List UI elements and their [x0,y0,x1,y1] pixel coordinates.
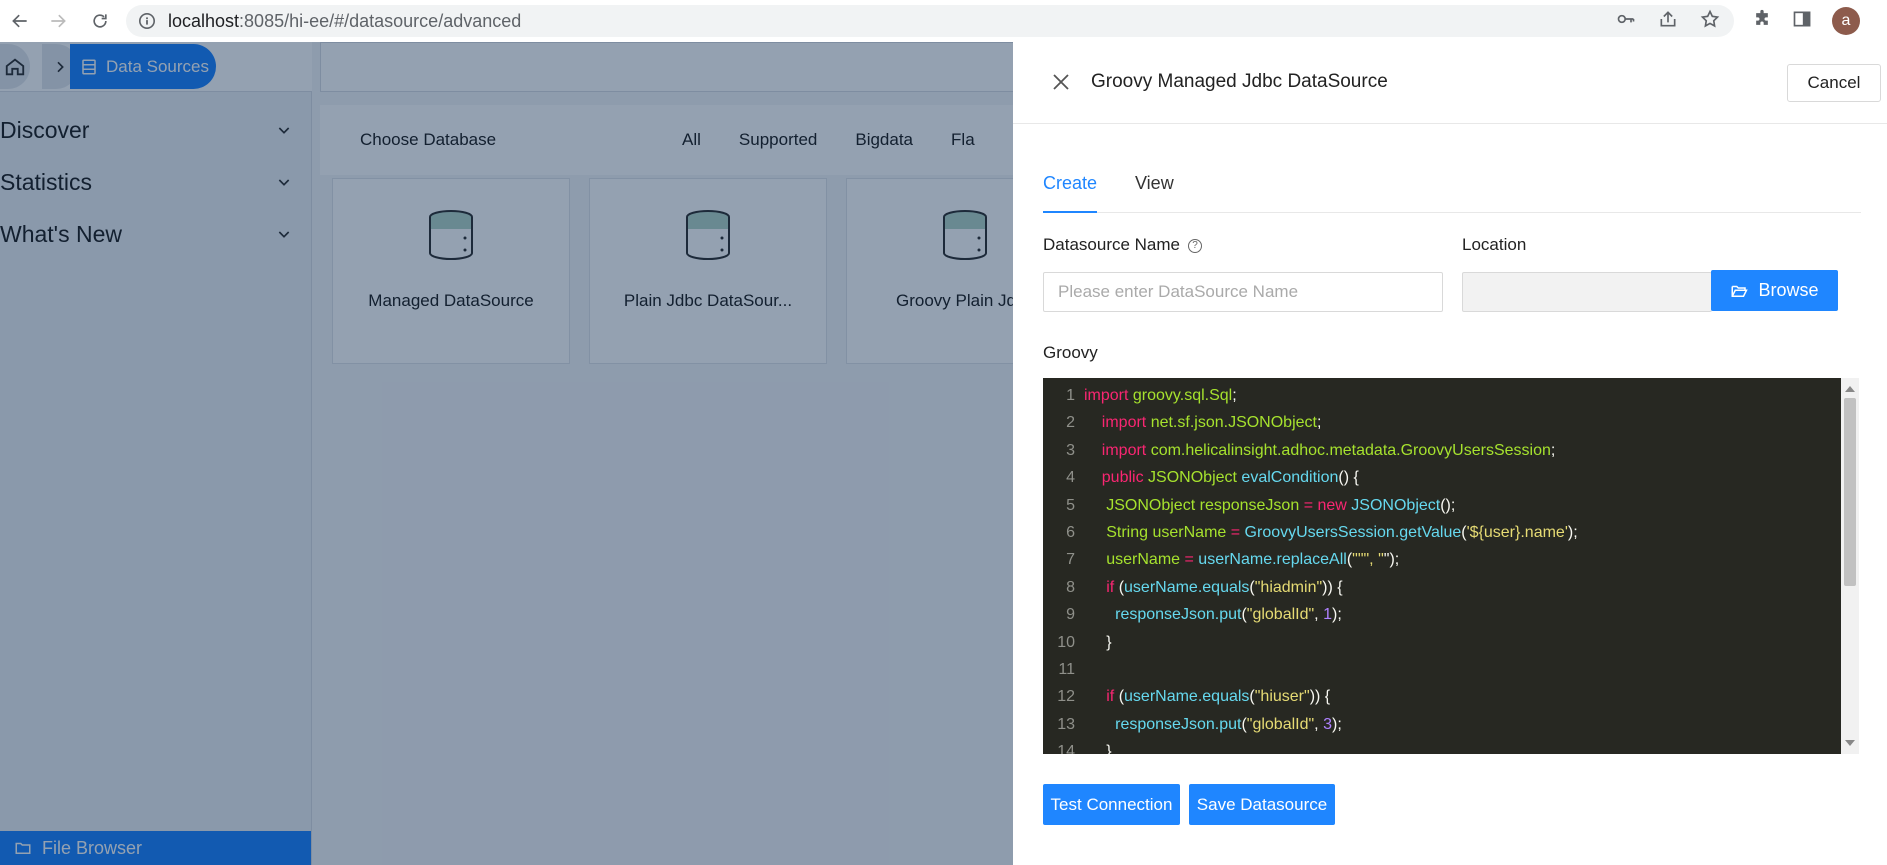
code-line: 1 import groovy.sql.Sql; [1043,382,1841,409]
code-line: 4 public JSONObject evalCondition() { [1043,464,1841,491]
forward-icon[interactable] [44,7,72,35]
code-text: import groovy.sql.Sql; [1084,387,1237,404]
address-bar[interactable]: localhost:8085/hi-ee/#/datasource/advanc… [126,5,1734,37]
code-text: responseJson.put("globalId", 1); [1115,606,1342,624]
code-text: if (userName.equals("hiuser")) { [1106,688,1331,706]
line-number: 1 [1066,387,1075,404]
site-info-icon[interactable] [138,12,156,30]
line-number: 3 [1066,441,1075,459]
code-line: 2 import net.sf.json.JSONObject; [1043,409,1841,436]
save-datasource-button[interactable]: Save Datasource [1189,784,1335,825]
code-line: 11 [1043,656,1841,683]
tab-create[interactable]: Create [1043,173,1098,213]
line-number: 13 [1057,715,1075,733]
drawer-tabs: Create View [1043,165,1861,213]
datasource-name-label-text: Datasource Name [1043,235,1181,254]
code-text: JSONObject responseJson = new JSONObject… [1106,496,1456,514]
code-line: 14 } [1043,738,1841,754]
key-icon[interactable] [1616,9,1636,34]
url-text: localhost:8085/hi-ee/#/datasource/advanc… [168,11,521,32]
location-field[interactable] [1462,272,1712,312]
line-number: 14 [1057,743,1075,754]
url-path: :8085/hi-ee/#/datasource/advanced [239,10,522,31]
line-number: 5 [1066,496,1075,514]
line-number: 7 [1066,551,1075,569]
line-number: 4 [1066,469,1075,487]
code-line: 9 responseJson.put("globalId", 1); [1043,601,1841,628]
code-line: 10 } [1043,629,1841,656]
scroll-up-icon[interactable] [1845,386,1855,392]
code-text: public JSONObject evalCondition() { [1101,469,1359,487]
line-number: 6 [1066,523,1075,541]
line-number: 10 [1057,633,1075,651]
line-number: 12 [1057,688,1075,706]
url-host: localhost [168,10,240,31]
code-line: 5 JSONObject responseJson = new JSONObje… [1043,492,1841,519]
bookmark-star-icon[interactable] [1700,9,1720,34]
code-line: 12 if (userName.equals("hiuser")) { [1043,683,1841,710]
code-text: responseJson.put("globalId", 3); [1115,715,1342,733]
scroll-down-icon[interactable] [1845,740,1855,746]
browse-label: Browse [1758,280,1819,300]
folder-open-icon [1731,285,1749,297]
profile-avatar[interactable]: a [1832,7,1860,35]
share-icon[interactable] [1658,9,1678,34]
reload-icon[interactable] [86,7,114,35]
code-text: String userName = GroovyUsersSession.get… [1106,523,1578,541]
drawer-header: Groovy Managed Jdbc DataSource Cancel [1013,42,1887,124]
code-line: 3 import com.helicalinsight.adhoc.metada… [1043,437,1841,464]
modal-overlay[interactable] [0,42,1013,865]
datasource-drawer: Groovy Managed Jdbc DataSource Cancel Cr… [1013,42,1887,865]
code-line: 13 responseJson.put("globalId", 3); [1043,711,1841,738]
line-number: 9 [1066,606,1075,624]
side-panel-icon[interactable] [1792,9,1812,34]
browser-toolbar: localhost:8085/hi-ee/#/datasource/advanc… [0,0,1887,42]
line-number: 8 [1066,578,1075,596]
location-label: Location [1462,235,1527,254]
browser-menu-icon[interactable] [1880,9,1887,34]
groovy-label: Groovy [1043,343,1098,362]
back-icon[interactable] [6,7,34,35]
code-line: 8 if (userName.equals("hiadmin")) { [1043,574,1841,601]
cancel-button[interactable]: Cancel [1787,64,1881,102]
browse-button[interactable]: Browse [1711,270,1838,311]
code-text: import net.sf.json.JSONObject; [1101,414,1322,432]
code-text: } [1106,633,1112,651]
code-text: } [1106,743,1112,754]
code-text: userName = userName.replaceAll(""", ""); [1106,551,1400,569]
test-connection-button[interactable]: Test Connection [1043,784,1180,825]
code-text: import com.helicalinsight.adhoc.metadata… [1101,441,1556,459]
code-text: if (userName.equals("hiadmin")) { [1106,578,1343,596]
tab-view[interactable]: View [1135,173,1174,213]
code-line: 7 userName = userName.replaceAll(""", ""… [1043,546,1841,573]
code-line: 6 String userName = GroovyUsersSession.g… [1043,519,1841,546]
line-number: 11 [1058,660,1075,678]
editor-scrollbar[interactable] [1841,378,1859,754]
help-icon[interactable]: ? [1188,238,1203,253]
scroll-thumb[interactable] [1844,398,1856,586]
code-lines: 1 import groovy.sql.Sql; 2 import net.sf.j… [1043,382,1841,754]
code-editor[interactable]: 1 import groovy.sql.Sql; 2 import net.sf.j… [1043,378,1859,754]
datasource-name-input[interactable] [1043,272,1443,312]
datasource-name-label: Datasource Name? [1043,235,1203,255]
line-number: 2 [1066,414,1075,432]
extensions-puzzle-icon[interactable] [1752,9,1772,34]
drawer-title: Groovy Managed Jdbc DataSource [1091,71,1388,92]
close-icon[interactable] [1051,72,1071,92]
